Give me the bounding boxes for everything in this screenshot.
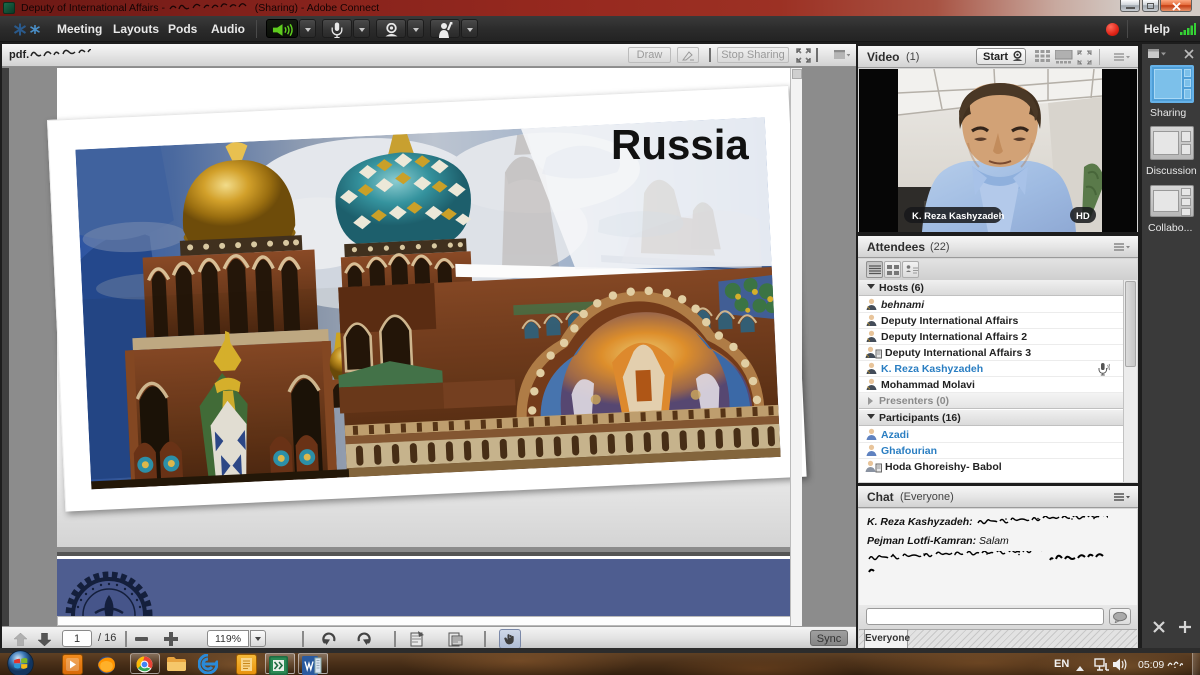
svg-text:HD: HD bbox=[1076, 211, 1090, 222]
svg-text:K. Reza Kashyzadeh: K. Reza Kashyzadeh bbox=[912, 211, 1005, 222]
